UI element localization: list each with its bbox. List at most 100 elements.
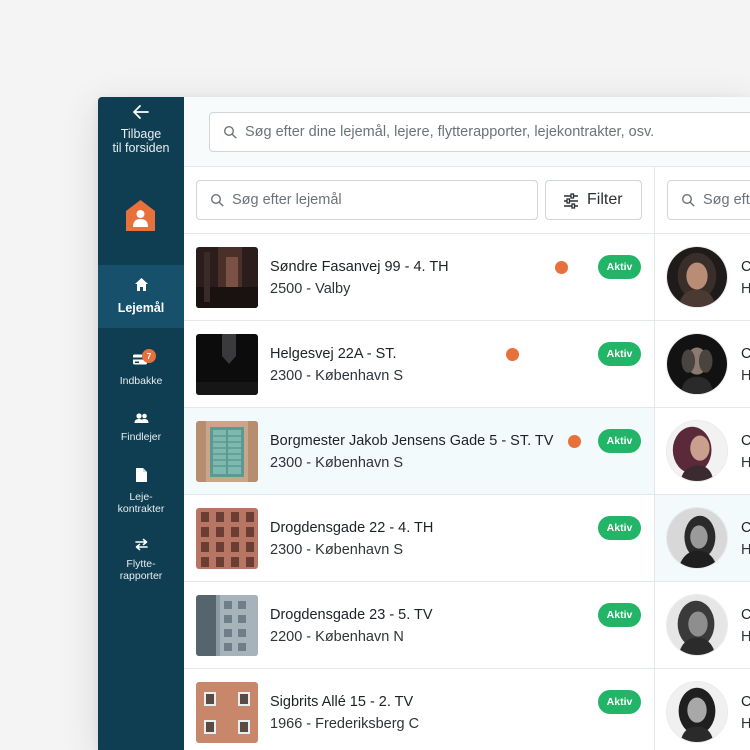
filter-label: Filter — [587, 191, 623, 208]
status-badge: Aktiv — [598, 255, 641, 279]
tenant-sub: H — [741, 542, 750, 558]
rental-row[interactable]: Drogdensgade 23 - 5. TV 2200 - København… — [184, 582, 654, 668]
avatar — [666, 594, 728, 656]
search-icon — [210, 193, 224, 207]
label-line2: kontrakter — [117, 503, 165, 515]
sidebar-item-label: Leje- kontrakter — [98, 491, 184, 515]
sidebar-item-label: Lejemål — [117, 301, 165, 315]
rental-city: 2300 - København S — [270, 542, 404, 558]
tenant-row[interactable]: C H — [655, 321, 750, 407]
rental-city: 2300 - København S — [270, 368, 404, 384]
sidebar: Tilbage til forsiden Lejemål Indbakke 7 — [98, 97, 184, 750]
search-icon — [223, 125, 237, 139]
tenant-name: C — [741, 259, 750, 275]
rental-row[interactable]: Søndre Fasanvej 99 - 4. TH 2500 - Valby … — [184, 234, 654, 320]
rental-address: Drogdensgade 22 - 4. TH — [270, 520, 434, 536]
sidebar-item-label: Findlejer — [120, 431, 162, 443]
rental-row[interactable]: Borgmester Jakob Jensens Gade 5 - ST. TV… — [184, 408, 654, 494]
rental-row[interactable]: Drogdensgade 22 - 4. TH 2300 - København… — [184, 495, 654, 581]
avatar — [666, 420, 728, 482]
property-photo — [196, 595, 258, 656]
back-to-home-link[interactable]: Tilbage til forsiden — [98, 97, 184, 167]
sidebar-item-lejekontrakter[interactable]: Leje- kontrakter — [98, 467, 184, 517]
app-window: Tilbage til forsiden Lejemål Indbakke 7 — [98, 97, 750, 750]
status-badge: Aktiv — [598, 603, 641, 627]
sidebar-item-lejemaal[interactable]: Lejemål — [98, 275, 184, 325]
sidebar-item-label: Flytte- rapporter — [98, 558, 184, 582]
global-search-placeholder: Søg efter dine lejemål, lejere, flyttera… — [245, 124, 655, 140]
rental-address: Søndre Fasanvej 99 - 4. TH — [270, 259, 449, 275]
property-photo — [196, 247, 258, 308]
rental-city: 1966 - Frederiksberg C — [270, 716, 420, 732]
status-badge: Aktiv — [598, 342, 641, 366]
avatar — [666, 507, 728, 569]
back-label: Tilbage til forsiden — [98, 127, 184, 155]
tenant-sub: H — [741, 716, 750, 732]
tenant-search-input[interactable]: Søg efte — [667, 180, 750, 220]
property-photo — [196, 421, 258, 482]
tenant-name: C — [741, 520, 750, 536]
tenant-name: C — [741, 607, 750, 623]
sidebar-item-findlejer[interactable]: Findlejer — [98, 410, 184, 450]
tenant-row[interactable]: C H — [655, 234, 750, 320]
notification-dot — [506, 348, 519, 361]
rental-address: Drogdensgade 23 - 5. TV — [270, 607, 433, 623]
label-line2: rapporter — [119, 570, 163, 582]
avatar — [666, 333, 728, 395]
tenant-sub: H — [741, 629, 750, 645]
rental-row[interactable]: Helgesvej 22A - ST. 2300 - København S A… — [184, 321, 654, 407]
list-item: Borgmester Jakob Jensens Gade 5 - ST. TV… — [184, 408, 750, 495]
tenant-row[interactable]: C H — [655, 669, 750, 750]
notification-dot — [555, 261, 568, 274]
rental-address: Borgmester Jakob Jensens Gade 5 - ST. TV — [270, 433, 554, 449]
tenant-sub: H — [741, 455, 750, 471]
sidebar-item-flytterapporter[interactable]: Flytte- rapporter — [98, 537, 184, 587]
rental-address: Helgesvej 22A - ST. — [270, 346, 397, 362]
swap-icon — [135, 538, 148, 551]
tenant-row[interactable]: C H — [655, 495, 750, 581]
tenant-sub: H — [741, 368, 750, 384]
list-item: Helgesvej 22A - ST. 2300 - København S A… — [184, 321, 750, 408]
property-photo — [196, 682, 258, 743]
list-item: Drogdensgade 22 - 4. TH 2300 - København… — [184, 495, 750, 582]
global-search-input[interactable]: Søg efter dine lejemål, lejere, flyttera… — [209, 112, 750, 152]
sidebar-item-indbakke[interactable]: Indbakke — [98, 350, 184, 390]
property-photo — [196, 334, 258, 395]
tenant-row[interactable]: C H — [655, 408, 750, 494]
list-item: Søndre Fasanvej 99 - 4. TH 2500 - Valby … — [184, 234, 750, 321]
tenant-search-placeholder: Søg efte — [703, 192, 750, 208]
sliders-icon — [564, 193, 578, 209]
rental-search-placeholder: Søg efter lejemål — [232, 192, 342, 208]
rentals-list-header: Søg efter lejemål Filter — [184, 167, 654, 234]
document-icon — [136, 468, 147, 482]
avatar — [666, 681, 728, 743]
back-label-line2: til forsiden — [112, 141, 170, 155]
status-badge: Aktiv — [598, 516, 641, 540]
rental-city: 2300 - København S — [270, 455, 404, 471]
avatar — [666, 246, 728, 308]
home-icon — [135, 278, 148, 291]
rental-row[interactable]: Sigbrits Allé 15 - 2. TV 1966 - Frederik… — [184, 669, 654, 750]
property-photo — [196, 508, 258, 569]
status-badge: Aktiv — [598, 429, 641, 453]
tenant-name: C — [741, 346, 750, 362]
tenant-name: C — [741, 694, 750, 710]
rental-search-input[interactable]: Søg efter lejemål — [196, 180, 538, 220]
notification-dot — [568, 435, 581, 448]
tenant-name: C — [741, 433, 750, 449]
filter-button[interactable]: Filter — [545, 180, 642, 220]
tenants-list-header: Søg efte — [655, 167, 750, 234]
list-item: Sigbrits Allé 15 - 2. TV 1966 - Frederik… — [184, 669, 750, 750]
inbox-count-badge: 7 — [142, 349, 156, 363]
search-icon — [681, 193, 695, 207]
label-line1: Flytte- — [126, 558, 156, 570]
users-icon — [134, 413, 149, 423]
top-bar: Søg efter dine lejemål, lejere, flyttera… — [184, 97, 750, 167]
back-label-line1: Tilbage — [120, 127, 162, 141]
rental-address: Sigbrits Allé 15 - 2. TV — [270, 694, 414, 710]
rental-city: 2500 - Valby — [270, 281, 351, 297]
tenant-sub: H — [741, 281, 750, 297]
status-badge: Aktiv — [598, 690, 641, 714]
tenant-row[interactable]: C H — [655, 582, 750, 668]
rental-city: 2200 - København N — [270, 629, 404, 645]
